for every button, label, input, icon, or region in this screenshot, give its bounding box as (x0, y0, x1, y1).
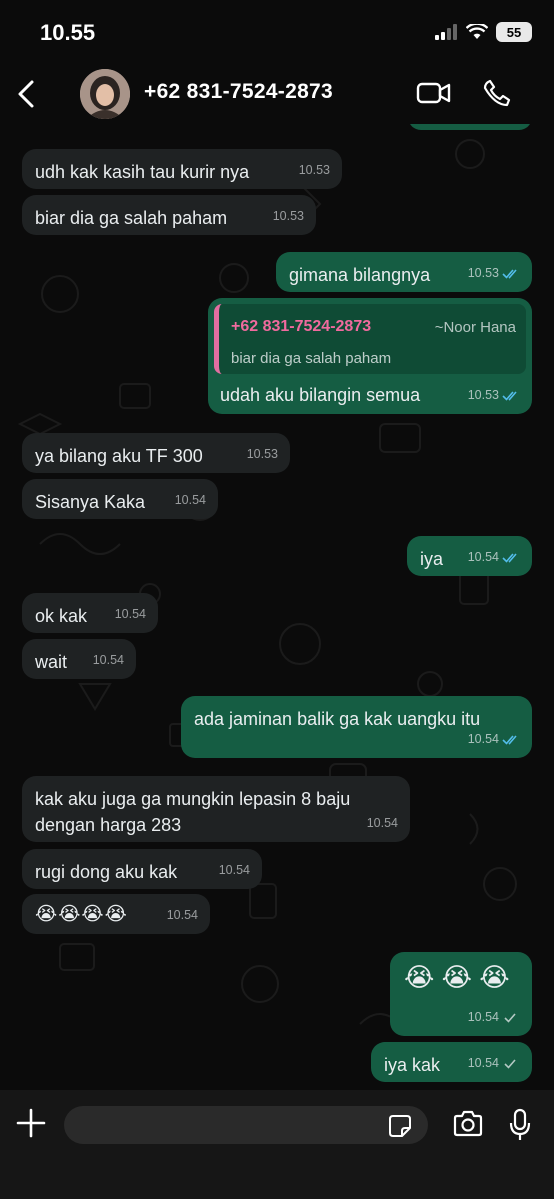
composer-bar (0, 1090, 554, 1199)
message-text: udah aku bilangin semua (220, 385, 421, 405)
message-incoming[interactable]: wait 10.54 (22, 639, 136, 679)
message-text-line: kak aku juga ga mungkin lepasin 8 baju (35, 789, 351, 809)
camera-icon[interactable] (452, 1110, 484, 1138)
message-time-text: 10.54 (467, 732, 499, 746)
battery-icon: 55 (496, 22, 532, 42)
quoted-message[interactable]: +62 831-7524-2873 ~Noor Hana biar dia ga… (214, 304, 526, 374)
message-time: 10.54 (366, 816, 398, 830)
sent-receipt-icon (504, 1012, 516, 1023)
message-outgoing-reply[interactable]: +62 831-7524-2873 ~Noor Hana biar dia ga… (208, 298, 532, 414)
phone-icon[interactable] (482, 78, 512, 108)
message-text: iya kak (384, 1055, 441, 1075)
message-incoming[interactable]: 😭😭😭😭 10.54 (22, 894, 210, 934)
message-text: 😭😭😭😭 (35, 904, 128, 925)
message-time-text: 10.53 (467, 388, 499, 402)
wifi-icon (466, 24, 488, 39)
status-bar: 10.55 55 (0, 0, 554, 64)
message-text: wait (35, 652, 68, 672)
read-receipt-icon (502, 390, 517, 401)
message-text: Sisanya Kaka (35, 492, 146, 512)
plus-icon[interactable] (16, 1108, 46, 1138)
status-time: 10.55 (40, 20, 96, 45)
message-incoming[interactable]: ya bilang aku TF 300 10.53 (22, 433, 290, 473)
message-outgoing[interactable]: iya kak 10.54 (371, 1042, 532, 1082)
quoted-text: biar dia ga salah paham (231, 350, 392, 367)
message-time: 10.54 (174, 493, 206, 507)
message-input[interactable] (64, 1106, 428, 1144)
message-time: 10.54 (468, 1004, 520, 1030)
status-icons: 55 (434, 22, 532, 42)
contact-name[interactable]: +62 831-7524-2873 (144, 80, 333, 104)
message-incoming[interactable]: biar dia ga salah paham 10.53 (22, 195, 316, 235)
message-time: 10.53 (468, 260, 520, 286)
message-bubble-partial (408, 124, 532, 130)
message-incoming[interactable]: kak aku juga ga mungkin lepasin 8 baju d… (22, 776, 410, 842)
message-text: ok kak (35, 606, 88, 626)
message-time-text: 10.54 (467, 550, 499, 564)
message-text: rugi dong aku kak (35, 862, 178, 882)
message-time: 10.54 (468, 726, 520, 752)
message-time: 10.53 (468, 382, 520, 408)
microphone-icon[interactable] (508, 1108, 532, 1142)
message-incoming[interactable]: ok kak 10.54 (22, 593, 158, 633)
sticker-icon[interactable] (388, 1114, 412, 1138)
avatar[interactable] (80, 69, 130, 119)
message-time-text: 10.54 (467, 1010, 499, 1024)
message-time: 10.54 (114, 607, 146, 621)
message-list[interactable]: udh kak kasih tau kurir nya 10.53 biar d… (0, 124, 554, 1090)
read-receipt-icon (502, 268, 517, 279)
message-text: iya (420, 549, 444, 569)
message-time-text: 10.54 (467, 1056, 499, 1070)
back-arrow-icon[interactable] (14, 78, 40, 110)
message-time: 10.54 (468, 544, 520, 570)
message-time: 10.53 (272, 209, 304, 223)
message-incoming[interactable]: Sisanya Kaka 10.54 (22, 479, 218, 519)
message-outgoing[interactable]: iya 10.54 (407, 536, 532, 576)
message-outgoing[interactable]: 😭 😭 😭 10.54 (390, 952, 532, 1036)
sent-receipt-icon (504, 1058, 516, 1069)
read-receipt-icon (502, 552, 517, 563)
message-incoming[interactable]: udh kak kasih tau kurir nya 10.53 (22, 149, 342, 189)
message-time: 10.54 (166, 908, 198, 922)
message-text-line: dengan harga 283 (35, 815, 182, 835)
message-text: ada jaminan balik ga kak uangku itu (194, 709, 481, 729)
message-time: 10.54 (218, 863, 250, 877)
message-outgoing[interactable]: ada jaminan balik ga kak uangku itu 10.5… (181, 696, 532, 758)
message-outgoing[interactable]: gimana bilangnya 10.53 (276, 252, 532, 292)
read-receipt-icon (502, 734, 517, 745)
chat-header: +62 831-7524-2873 (0, 64, 554, 124)
message-text: biar dia ga salah paham (35, 208, 228, 228)
message-text: gimana bilangnya (289, 265, 431, 285)
message-text: udh kak kasih tau kurir nya (35, 162, 250, 182)
message-text: ya bilang aku TF 300 (35, 446, 203, 466)
video-call-icon[interactable] (416, 80, 452, 106)
quoted-sender-alias: ~Noor Hana (434, 319, 516, 336)
message-text: 😭 😭 😭 (404, 962, 510, 992)
message-time: 10.53 (298, 163, 330, 177)
signal-icon (435, 24, 457, 40)
message-time-text: 10.53 (467, 266, 499, 280)
message-time: 10.54 (92, 653, 124, 667)
message-incoming[interactable]: rugi dong aku kak 10.54 (22, 849, 262, 889)
message-time: 10.53 (246, 447, 278, 461)
message-time: 10.54 (468, 1050, 520, 1076)
